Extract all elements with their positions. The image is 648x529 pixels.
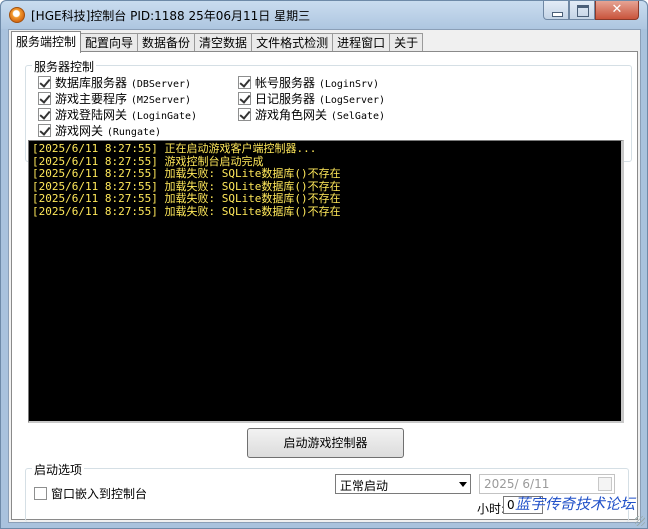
start-controller-button[interactable]: 启动游戏控制器 xyxy=(247,428,404,458)
client-area: 服务端控制 配置向导 数据备份 清空数据 文件格式检测 进程窗口 关于 服务器控… xyxy=(8,29,641,523)
tab-file-format-check[interactable]: 文件格式检测 xyxy=(251,33,334,52)
tab-bar: 服务端控制 配置向导 数据备份 清空数据 文件格式检测 进程窗口 关于 xyxy=(11,31,424,53)
checkbox-logserver[interactable]: 日记服务器 (LogServer) xyxy=(238,90,385,107)
checkbox-dbserver[interactable]: 数据库服务器 (DBServer) xyxy=(38,74,191,91)
log-console[interactable]: [2025/6/11 8:27:55] 正在启动游戏客户端控制器... [202… xyxy=(28,140,624,423)
checkbox-box[interactable] xyxy=(38,124,51,137)
checkbox-rungate[interactable]: 游戏网关 (Rungate) xyxy=(38,122,161,139)
checkbox-box[interactable] xyxy=(238,76,251,89)
watermark-text: 蓝宇传奇技术论坛 xyxy=(515,495,636,513)
checkbox-box[interactable] xyxy=(38,108,51,121)
checkbox-logingate[interactable]: 游戏登陆网关 (LoginGate) xyxy=(38,106,197,123)
resize-grip[interactable] xyxy=(635,516,645,526)
tab-clear-data[interactable]: 清空数据 xyxy=(194,33,253,52)
tab-config-wizard[interactable]: 配置向导 xyxy=(80,33,139,52)
checkbox-label: 游戏登陆网关 (LoginGate) xyxy=(55,108,198,122)
server-control-legend: 服务器控制 xyxy=(32,58,97,75)
checkbox-box[interactable] xyxy=(34,487,47,500)
checkbox-embed-window[interactable]: 窗口嵌入到控制台 xyxy=(34,485,147,502)
calendar-icon[interactable] xyxy=(598,477,612,491)
start-mode-value: 正常启动 xyxy=(340,479,389,493)
main-window: [HGE科技]控制台 PID:1188 25年06月11日 星期三 ✕ 服务端控… xyxy=(0,0,648,529)
checkbox-label: 帐号服务器 (LoginSrv) xyxy=(255,76,380,90)
checkbox-label: 游戏网关 (Rungate) xyxy=(55,124,162,138)
checkbox-box[interactable] xyxy=(238,92,251,105)
hour-value: 0 xyxy=(507,498,515,512)
log-line: [2025/6/11 8:27:55] 正在启动游戏客户端控制器... xyxy=(32,142,317,155)
minimize-button[interactable] xyxy=(543,1,569,20)
tab-server-control[interactable]: 服务端控制 xyxy=(11,31,82,53)
maximize-button[interactable] xyxy=(569,1,595,20)
checkbox-label: 游戏主要程序 (M2Server) xyxy=(55,92,192,106)
checkbox-label: 数据库服务器 (DBServer) xyxy=(55,76,192,90)
window-title: [HGE科技]控制台 PID:1188 25年06月11日 星期三 xyxy=(31,9,311,23)
checkbox-label: 窗口嵌入到控制台 xyxy=(51,487,148,501)
log-line: [2025/6/11 8:27:55] 加载失败: SQLite数据库()不存在 xyxy=(32,204,341,218)
log-line: [2025/6/11 8:27:55] 加载失败: SQLite数据库()不存在 xyxy=(32,192,341,205)
checkbox-selgate[interactable]: 游戏角色网关 (SelGate) xyxy=(238,106,385,123)
date-picker[interactable]: 2025/ 6/11 xyxy=(479,474,615,494)
caption-buttons: ✕ xyxy=(543,1,639,21)
startup-options-legend: 启动选项 xyxy=(32,461,85,478)
chevron-down-icon xyxy=(459,482,467,487)
close-icon: ✕ xyxy=(611,2,623,17)
checkbox-box[interactable] xyxy=(238,108,251,121)
checkbox-loginsrv[interactable]: 帐号服务器 (LoginSrv) xyxy=(238,74,379,91)
date-value: 2025/ 6/11 xyxy=(484,477,550,491)
checkbox-m2server[interactable]: 游戏主要程序 (M2Server) xyxy=(38,90,191,107)
close-button[interactable]: ✕ xyxy=(595,1,639,20)
start-mode-select[interactable]: 正常启动 xyxy=(335,474,471,494)
hour-label: 小时: xyxy=(477,502,506,516)
checkbox-label: 日记服务器 (LogServer) xyxy=(255,92,386,106)
checkbox-label: 游戏角色网关 (SelGate) xyxy=(255,108,386,122)
tab-data-backup[interactable]: 数据备份 xyxy=(137,33,196,52)
checkbox-box[interactable] xyxy=(38,76,51,89)
log-line: [2025/6/11 8:27:55] 加载失败: SQLite数据库()不存在 xyxy=(32,167,341,180)
title-bar[interactable]: [HGE科技]控制台 PID:1188 25年06月11日 星期三 ✕ xyxy=(1,1,647,29)
tab-process-window[interactable]: 进程窗口 xyxy=(332,33,391,52)
app-icon xyxy=(9,7,25,23)
checkbox-box[interactable] xyxy=(38,92,51,105)
tab-about[interactable]: 关于 xyxy=(389,33,424,52)
